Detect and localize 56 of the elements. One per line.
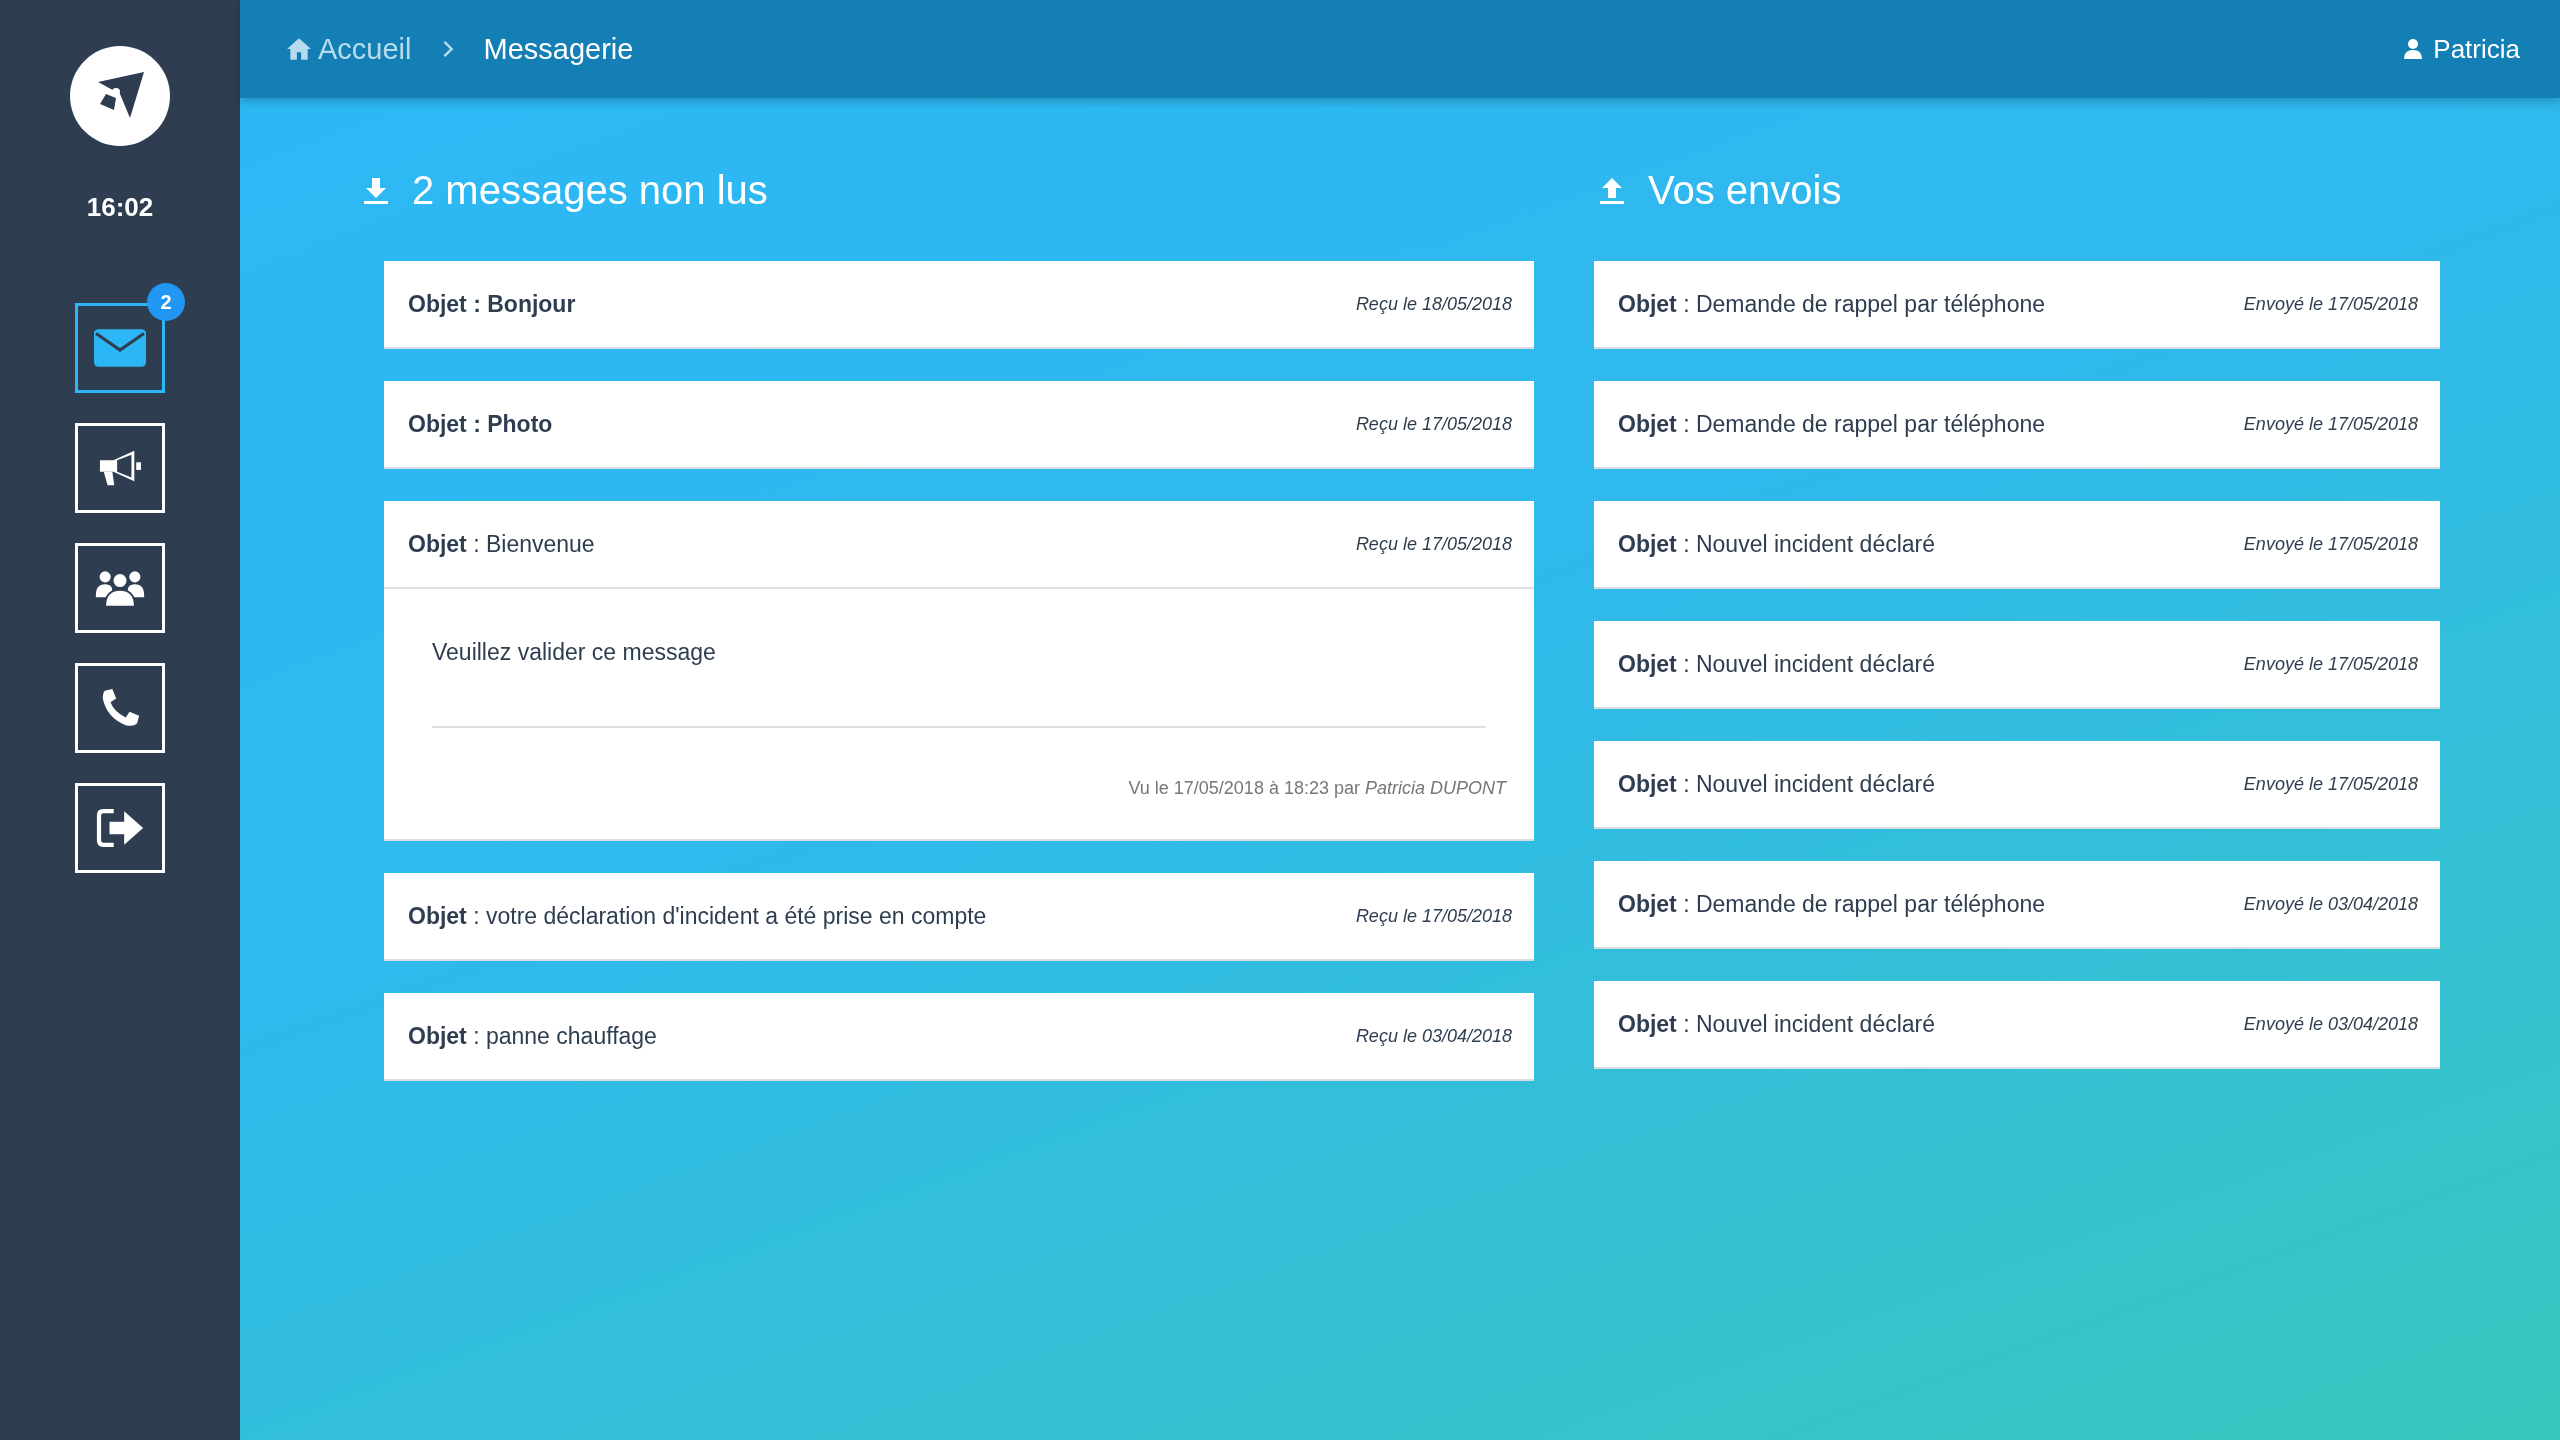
phone-nav-button[interactable] [75, 663, 165, 753]
megaphone-nav-button[interactable] [75, 423, 165, 513]
message-card[interactable]: Objet : votre déclaration d'incident a été prise en compte Reçu le 17/05/2018 [384, 873, 1534, 961]
message-card[interactable]: Objet : Nouvel incident déclaré Envoyé le 17/05/2018 [1594, 501, 2440, 589]
message-card[interactable]: Objet : Nouvel incident déclaré Envoyé le 17/05/2018 [1594, 621, 2440, 709]
chevron-right-icon [441, 39, 454, 59]
read-receipt: Vu le 17/05/2018 à 18:23 par Patricia DUPONT [1127, 778, 1506, 799]
logout-nav-button[interactable] [75, 783, 165, 873]
message-card[interactable]: Objet : Bonjour Reçu le 18/05/2018 [384, 261, 1534, 349]
user-menu[interactable]: Patricia [2403, 33, 2520, 65]
message-subject: Objet : Demande de rappel par téléphone [1618, 290, 2046, 318]
message-card[interactable]: Objet : Demande de rappel par téléphone Envoyé le 03/04/2018 [1594, 861, 2440, 949]
home-icon [286, 37, 312, 61]
message-date: Reçu le 17/05/2018 [1355, 413, 1512, 435]
message-date: Reçu le 17/05/2018 [1355, 905, 1512, 927]
message-card[interactable]: Objet : Nouvel incident déclaré Envoyé le 03/04/2018 [1594, 981, 2440, 1069]
section-title: Vos envois [1648, 168, 1842, 213]
message-subject: Objet : votre déclaration d'incident a été prise en compte [408, 902, 987, 930]
message-subject: Objet : panne chauffage [408, 1022, 657, 1050]
message-body: Veuillez valider ce message [432, 639, 717, 666]
message-card[interactable]: Objet : Photo Reçu le 17/05/2018 [384, 381, 1534, 469]
message-date: Envoyé le 03/04/2018 [2243, 1013, 2418, 1035]
exit-arrow-icon [94, 807, 146, 849]
message-date: Reçu le 18/05/2018 [1355, 293, 1512, 315]
message-card[interactable]: Objet : Bienvenue Reçu le 17/05/2018 Veuillez valider ce message Vu le 17/05/2018 à 18:23 par Patricia DUPONT [384, 501, 1534, 841]
message-date: Envoyé le 17/05/2018 [2243, 533, 2418, 555]
paper-plane-logo-icon [70, 46, 170, 146]
message-card[interactable]: Objet : Nouvel incident déclaré Envoyé le 17/05/2018 [1594, 741, 2440, 829]
message-subject: Objet : Nouvel incident déclaré [1618, 650, 1936, 678]
message-date: Envoyé le 17/05/2018 [2243, 653, 2418, 675]
message-date: Reçu le 17/05/2018 [1355, 533, 1512, 555]
message-date: Envoyé le 17/05/2018 [2243, 413, 2418, 435]
message-card[interactable]: Objet : Demande de rappel par téléphone Envoyé le 17/05/2018 [1594, 381, 2440, 469]
unread-count-badge: 2 [147, 283, 185, 321]
message-date: Envoyé le 17/05/2018 [2243, 293, 2418, 315]
message-subject: Objet : Bonjour [408, 290, 576, 318]
message-date: Envoyé le 03/04/2018 [2243, 893, 2418, 915]
message-card[interactable]: Objet : Demande de rappel par téléphone Envoyé le 17/05/2018 [1594, 261, 2440, 349]
message-subject: Objet : Nouvel incident déclaré [1618, 770, 1936, 798]
message-subject: Objet : Bienvenue [408, 530, 595, 558]
message-date: Envoyé le 17/05/2018 [2243, 773, 2418, 795]
users-nav-button[interactable] [75, 543, 165, 633]
message-subject: Objet : Nouvel incident déclaré [1618, 1010, 1936, 1038]
message-card[interactable]: Objet : panne chauffage Reçu le 03/04/2018 [384, 993, 1534, 1081]
message-subject: Objet : Nouvel incident déclaré [1618, 530, 1936, 558]
message-subject: Objet : Demande de rappel par téléphone [1618, 890, 2046, 918]
message-subject: Objet : Photo [408, 410, 553, 438]
message-date: Reçu le 03/04/2018 [1355, 1025, 1512, 1047]
download-icon [364, 176, 388, 205]
envelope-icon [94, 327, 146, 369]
section-title: 2 messages non lus [412, 168, 768, 213]
message-subject: Objet : Demande de rappel par téléphone [1618, 410, 2046, 438]
user-icon [2403, 38, 2424, 60]
upload-icon [1600, 176, 1624, 205]
breadcrumb-current: Messagerie [483, 32, 634, 66]
clock-time: 16:02 [86, 192, 154, 223]
